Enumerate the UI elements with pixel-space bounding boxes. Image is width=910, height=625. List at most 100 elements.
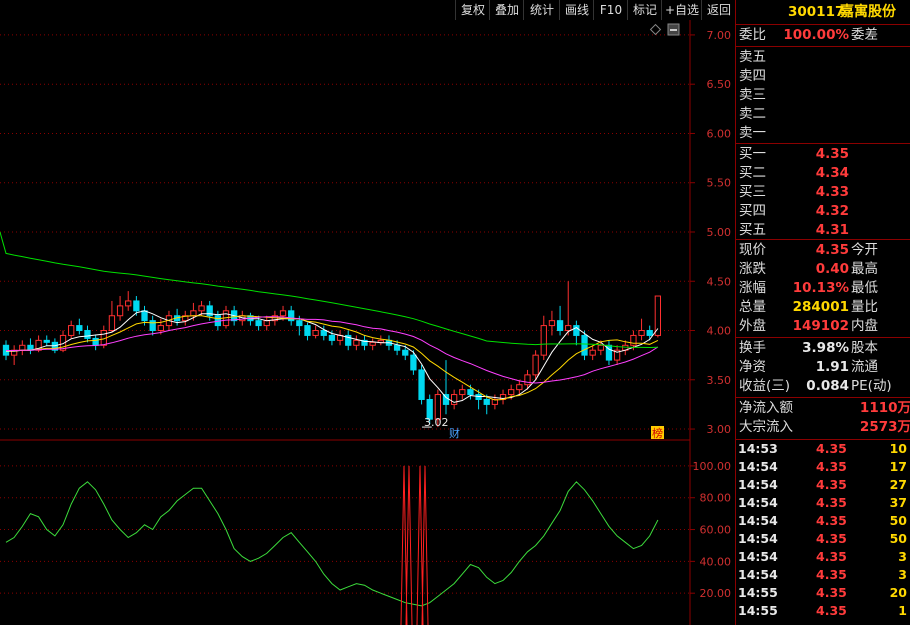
tick-price: 4.35 [816, 513, 847, 528]
tick-price: 4.35 [816, 567, 847, 582]
tick-row: 14:53 4.35 10 [736, 440, 910, 458]
stats-value: 0.084 [806, 378, 849, 394]
tick-row: 14:54 4.35 17 [736, 458, 910, 476]
stats-label-2: 股本 [851, 340, 878, 356]
bid-row[interactable]: 买四 4.32 [736, 202, 910, 221]
tick-volume: 3 [898, 567, 907, 582]
flow-value: 2573万 [859, 419, 910, 435]
tick-row: 14:54 4.35 50 [736, 530, 910, 548]
mark-button[interactable]: 标记 [627, 0, 662, 20]
tick-volume: 10 [889, 441, 907, 456]
draw-line-button[interactable]: 画线 [559, 0, 594, 20]
order-ratio-label: 委比 [739, 27, 766, 43]
tick-row: 14:55 4.35 20 [736, 584, 910, 602]
candle [198, 305, 205, 312]
tick-row: 14:54 4.35 37 [736, 494, 910, 512]
stock-name: 嘉寓股份 [840, 4, 896, 20]
order-diff-label: 委差 [851, 27, 878, 43]
f10-button[interactable]: F10 [593, 0, 628, 20]
tick-time: 14:54 [738, 513, 778, 528]
ask-row: 卖一 [736, 124, 910, 143]
candle [43, 339, 50, 343]
candle [532, 354, 539, 376]
candle [524, 374, 531, 386]
tick-volume: 17 [889, 459, 907, 474]
fuquan-button[interactable]: 复权 [455, 0, 490, 20]
bid-label: 买三 [739, 184, 766, 200]
bid-row[interactable]: 买五 4.31 [736, 221, 910, 240]
ask-row: 卖二 [736, 105, 910, 124]
diamond-icon[interactable] [649, 23, 662, 36]
add-watchlist-button[interactable]: +自选 [661, 0, 702, 20]
stock-code: 300117 [788, 4, 845, 20]
tick-time: 14:55 [738, 603, 778, 618]
candle [508, 389, 515, 396]
candle [638, 330, 645, 336]
finance-marker[interactable]: 财 [449, 426, 460, 440]
indicator-tick-label: 100.00 [693, 460, 732, 473]
tick-time: 14:54 [738, 531, 778, 546]
candle [312, 330, 319, 336]
bid-price: 4.33 [815, 184, 849, 200]
overlay-button[interactable]: 叠加 [489, 0, 524, 20]
rank-marker[interactable]: 榜 [652, 426, 663, 440]
divider [736, 46, 910, 47]
quote-label-2: 最低 [851, 280, 878, 296]
tick-time: 14:53 [738, 441, 778, 456]
tick-row: 14:54 4.35 3 [736, 566, 910, 584]
minimize-icon[interactable] [667, 23, 680, 36]
order-ratio-value: 100.00% [783, 27, 849, 43]
statistics-button[interactable]: 统计 [523, 0, 560, 20]
candle [108, 315, 116, 332]
candle [279, 310, 287, 317]
candle [630, 334, 637, 346]
candle [475, 394, 482, 400]
back-button[interactable]: 返回 [701, 0, 736, 20]
candle [369, 341, 376, 346]
indicator-tick-label: 80.00 [700, 492, 732, 505]
price-tick-label: 3.00 [707, 423, 732, 436]
bid-row[interactable]: 买三 4.33 [736, 183, 910, 202]
stats-row: 收益(三) 0.084 PE(动) [736, 377, 910, 396]
price-grid [0, 34, 690, 430]
indicator-curve [5, 481, 659, 607]
candle [304, 325, 311, 336]
tick-price: 4.35 [816, 441, 847, 456]
tick-price: 4.35 [816, 495, 847, 510]
quote-label: 涨幅 [739, 280, 766, 296]
tick-price: 4.35 [816, 585, 847, 600]
candle [459, 389, 466, 396]
ask-label: 卖二 [739, 106, 766, 122]
quote-label-2: 最高 [851, 261, 878, 277]
bid-label: 买五 [739, 222, 766, 238]
bid-price: 4.35 [815, 146, 849, 162]
candle [149, 320, 156, 332]
tick-price: 4.35 [816, 549, 847, 564]
quote-row: 涨跌 0.40 最高 [736, 260, 910, 279]
bid-price: 4.32 [815, 203, 849, 219]
candle [548, 320, 556, 327]
quote-label: 总量 [739, 299, 766, 315]
candle [76, 325, 83, 332]
bid-row[interactable]: 买二 4.34 [736, 164, 910, 183]
price-axis: 7.00 6.50 6.00 5.50 5.00 4.50 4.00 3.50 3.00 [690, 29, 731, 436]
candle [84, 330, 91, 339]
price-tick-label: 3.50 [707, 374, 732, 387]
stock-header: 300117 嘉寓股份 [736, 3, 910, 22]
tick-volume: 50 [889, 531, 907, 546]
candle [296, 320, 303, 327]
quote-value: 0.40 [815, 261, 849, 277]
flow-row: 净流入额 1110万 [736, 399, 910, 418]
candle [540, 325, 547, 356]
candle [125, 300, 132, 307]
chart-area[interactable]: 7.00 6.50 6.00 5.50 5.00 4.50 4.00 3.50 3.00 100… [0, 0, 735, 625]
stats-label: 收益(三) [739, 378, 791, 394]
candle [393, 344, 401, 351]
price-tick-label: 5.50 [707, 177, 732, 190]
candle [328, 334, 336, 341]
candle [116, 305, 124, 317]
candle [255, 320, 262, 327]
bid-row[interactable]: 买一 4.35 [736, 145, 910, 164]
tick-time: 14:54 [738, 477, 778, 492]
quote-label: 外盘 [739, 318, 766, 334]
